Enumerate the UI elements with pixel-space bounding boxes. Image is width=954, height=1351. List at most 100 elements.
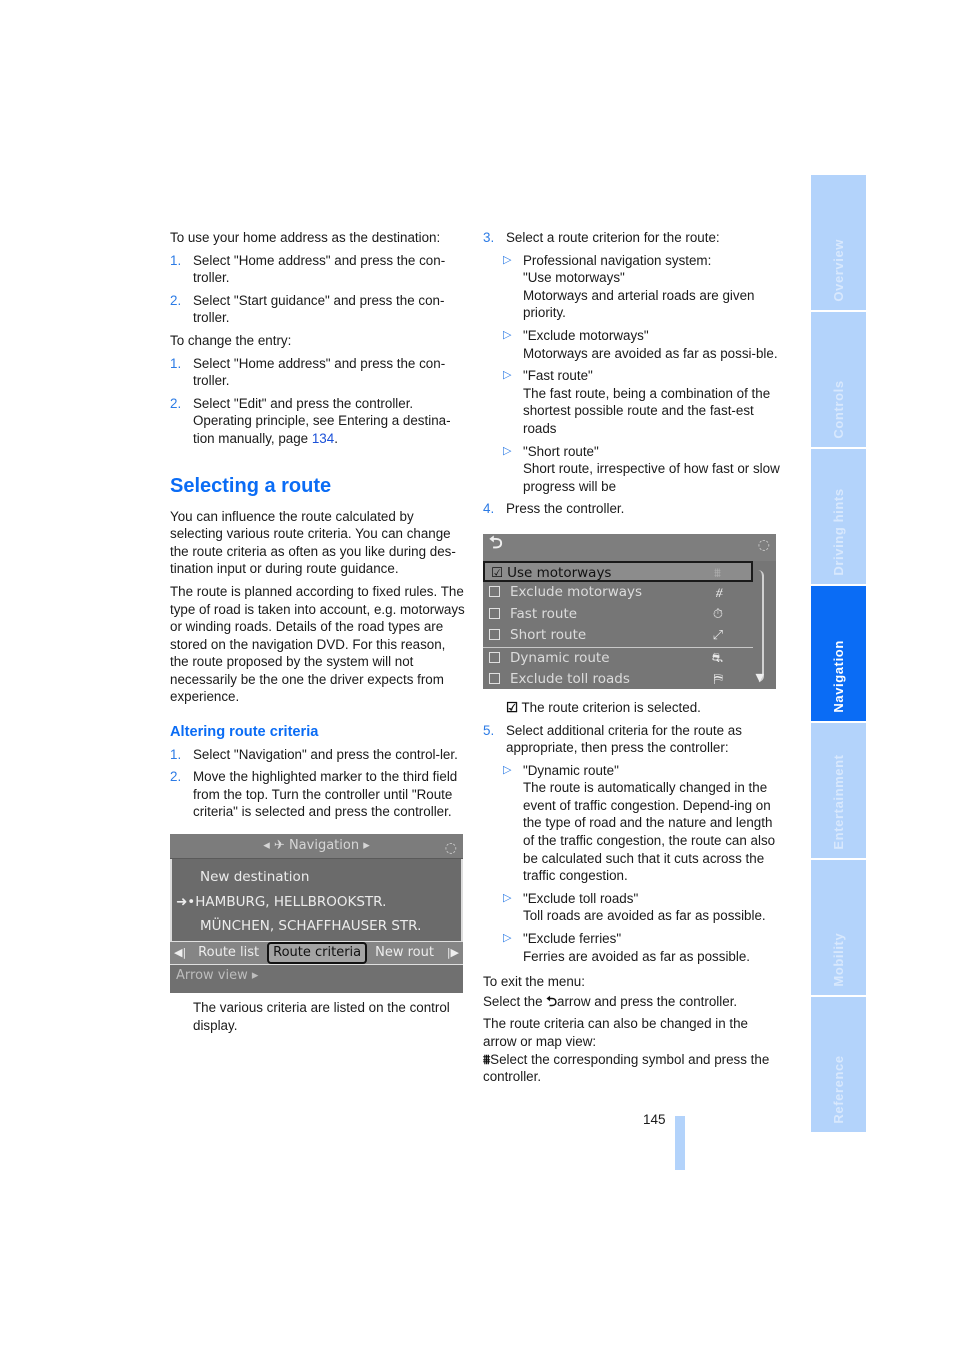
page-link[interactable]: 134 <box>312 431 334 446</box>
step-text: Select "Home address" and press the con-… <box>193 355 446 389</box>
step-5: 5. Select additional criteria for the ro… <box>483 722 783 757</box>
arrow-view-item: Arrow view ▸ <box>170 965 463 994</box>
checked-box-icon: ☑ <box>506 699 519 715</box>
no-motorway-icon: ⧣ <box>715 585 723 601</box>
alt-intro: The route criteria can also be changed i… <box>483 1016 749 1049</box>
left-column: To use your home address as the destinat… <box>170 229 465 1039</box>
bullet-line: Motorways and arterial roads are given p… <box>523 287 755 321</box>
step-number: 5. <box>483 722 495 738</box>
tab-label: Mobility <box>830 933 846 987</box>
bullet-line: "Dynamic route" <box>523 762 619 778</box>
row-label: Exclude toll roads <box>510 671 630 688</box>
home-step: 1. Select "Home address" and press the c… <box>170 252 465 287</box>
step-text: Move the highlighted marker to the third… <box>193 769 458 820</box>
sidebar-tab-controls[interactable]: Controls <box>811 312 866 447</box>
row-label: Use motorways <box>507 564 612 581</box>
tab-label: Entertainment <box>830 754 846 850</box>
triangle-bullet-icon: ▷ <box>503 763 512 776</box>
entry-label: HAMBURG, HELLBROOKSTR. <box>195 893 387 910</box>
chapter-sidebar: Overview Controls Driving hints Navigati… <box>811 175 866 1134</box>
step-number: 3. <box>483 230 495 245</box>
note-text: The route criterion is selected. <box>521 699 701 715</box>
bullet-line: The fast route, being a combination of t… <box>523 385 771 436</box>
sidebar-tab-mobility[interactable]: Mobility <box>811 860 866 995</box>
criteria-row-exclude-motorways: Exclude motorways ⧣ <box>483 582 753 604</box>
criterion-bullet: ▷ "Exclude toll roads" Toll roads are av… <box>503 890 783 925</box>
step-text: Select "Start guidance" and press the co… <box>193 292 445 326</box>
toll-icon: ⛿ <box>713 672 723 688</box>
bullet-line: Motorways are avoided as far as possi-bl… <box>523 345 778 361</box>
criterion-bullet: ▷ "Fast route" The fast route, being a c… <box>503 367 783 437</box>
step-number: 1. <box>170 355 182 371</box>
home-step: 2. Select "Start guidance" and press the… <box>170 292 465 327</box>
bullet-line: Toll roads are avoided as far as possibl… <box>523 908 766 924</box>
criteria-row-exclude-toll-roads: Exclude toll roads ⛿ <box>483 669 753 691</box>
step-number: 2. <box>170 769 182 785</box>
step-number: 2. <box>170 292 182 308</box>
triangle-bullet-icon: ▷ <box>503 253 512 266</box>
checked-box-icon: ☑ <box>491 564 504 581</box>
tab-scroll-right-icon: |▶ <box>446 946 459 960</box>
active-route-arrow-icon: ➜• <box>176 893 196 910</box>
row-label: Dynamic route <box>510 649 610 666</box>
sidebar-tab-reference[interactable]: Reference <box>811 997 866 1132</box>
text: arrow and press the controller. <box>557 993 738 1009</box>
step-4: 4. Press the controller. <box>483 500 783 518</box>
step-text: Select "Navigation" and press the contro… <box>193 746 458 762</box>
bullet-line: "Short route" <box>523 443 599 459</box>
triangle-bullet-icon: ▷ <box>503 891 512 904</box>
short-path-icon: ⤢ <box>712 628 723 644</box>
checkbox-icon <box>489 607 500 619</box>
tab-label: Navigation <box>830 640 846 713</box>
scrollbar <box>758 569 764 682</box>
sidebar-tab-overview[interactable]: Overview <box>811 175 866 310</box>
controller-icon: ◌ <box>444 840 457 857</box>
stopwatch-icon: ⏱ <box>712 606 723 622</box>
checkbox-icon <box>489 651 500 663</box>
triangle-bullet-icon: ▷ <box>503 444 512 457</box>
row-label: Fast route <box>510 605 578 622</box>
tab-scroll-left-icon: ◀| <box>174 946 187 960</box>
row-label: Short route <box>510 627 587 644</box>
chevron-left-icon: ◂ <box>263 838 270 854</box>
triangle-bullet-icon: ▷ <box>503 369 512 382</box>
right-column: 3. Select a route criterion for the rout… <box>483 229 783 1091</box>
rules-paragraph: The route is planned according to fixed … <box>170 583 465 705</box>
bullet-line: "Use motorways" <box>523 270 625 286</box>
destination-entry: ➜•HAMBURG, HELLBROOKSTR. <box>176 890 461 915</box>
route-criteria-screenshot: ⮌ ◌ ☑ Use motorways ⩩ Exclude motorways ⧣… <box>483 532 776 691</box>
tab-label: Reference <box>830 1055 846 1124</box>
back-arrow-icon: ⮌ <box>489 532 503 553</box>
bullet-line: "Fast route" <box>523 368 593 384</box>
back-arrow-icon: ⮌ <box>546 993 558 1009</box>
triangle-bullet-icon: ▷ <box>503 328 512 341</box>
checkbox-icon <box>489 586 500 598</box>
checkbox-icon <box>489 629 500 641</box>
criterion-bullet: ▷ "Exclude ferries" Ferries are avoided … <box>503 930 783 965</box>
bullet-line: "Exclude toll roads" <box>523 890 639 906</box>
criterion-bullet: ▷ Professional navigation system: "Use m… <box>503 252 783 322</box>
scroll-down-icon: ▼ <box>755 671 764 685</box>
change-step: 1. Select "Home address" and press the c… <box>170 355 465 390</box>
sidebar-tab-navigation[interactable]: Navigation <box>811 586 866 721</box>
nav-tab-bar: ◀| Route list Route criteria New rout |▶ <box>170 941 463 966</box>
screen-caption: The various criteria are listed on the c… <box>193 1000 450 1033</box>
tab-label: Controls <box>830 380 846 439</box>
bullet-line: "Exclude motorways" <box>523 327 649 343</box>
destination-entry: MÜNCHEN, SCHAFFHAUSER STR. <box>200 918 422 935</box>
criterion-bullet: ▷ "Short route" Short route, irrespectiv… <box>503 443 783 496</box>
change-step: 2. Select "Edit" and press the controlle… <box>170 395 465 448</box>
tab-route-criteria: Route criteria <box>267 942 368 964</box>
tab-new-route: New rout <box>375 945 434 961</box>
row-label: Exclude motorways <box>510 584 643 601</box>
tab-label: Driving hints <box>830 488 846 576</box>
navigation-menu-screenshot: ◂ ✈ Navigation ▸ ◌ New destination ➜•HAM… <box>170 834 463 994</box>
tab-route-list: Route list <box>198 945 260 961</box>
selected-note: ☑ The route criterion is selected. <box>483 699 783 717</box>
checkbox-icon <box>489 673 500 685</box>
sidebar-tab-entertainment[interactable]: Entertainment <box>811 723 866 858</box>
sidebar-tab-driving-hints[interactable]: Driving hints <box>811 449 866 584</box>
criteria-title-bar: ⮌ ◌ <box>483 532 776 561</box>
text: Select the <box>483 993 547 1009</box>
criteria-row-dynamic-route: Dynamic route ⛐ <box>483 648 753 670</box>
